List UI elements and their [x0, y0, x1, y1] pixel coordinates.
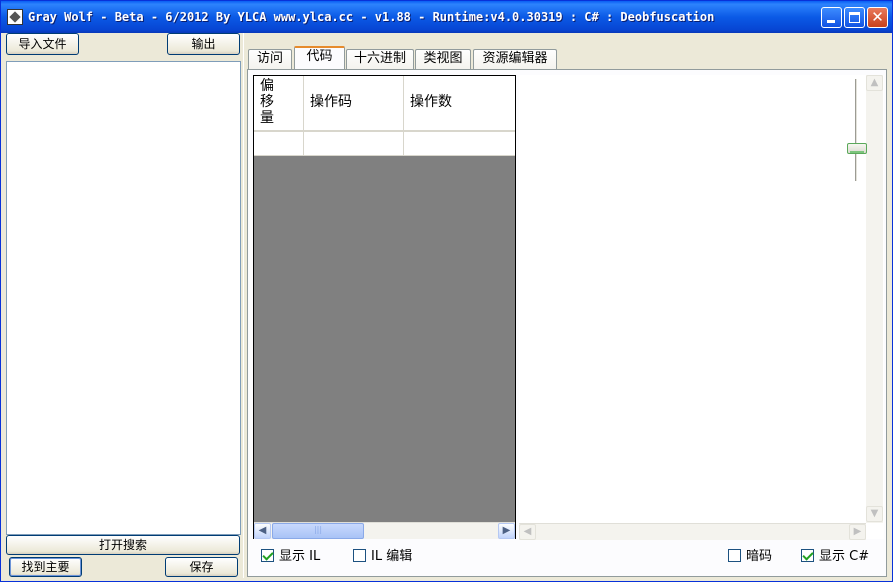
col-opcode-header[interactable]: 操作码 — [304, 76, 404, 130]
show-il-label: 显示 IL — [279, 549, 321, 564]
chevron-right-icon[interactable]: ▶ — [498, 523, 515, 539]
tab-access[interactable]: 访问 — [248, 49, 292, 69]
il-edit-checkbox[interactable]: IL 编辑 — [353, 549, 412, 565]
save-button[interactable]: 保存 — [165, 557, 238, 577]
show-csharp-checkbox[interactable]: 显示 C# — [801, 549, 869, 565]
trackbar-line — [855, 79, 858, 181]
chevron-left-icon[interactable]: ◀ — [254, 523, 271, 539]
show-il-box[interactable] — [261, 549, 274, 562]
il-grid-header: 偏 移 量 操作码 操作数 — [254, 76, 515, 132]
dark-code-label: 暗码 — [746, 549, 773, 564]
tab-class-view[interactable]: 类视图 — [415, 49, 471, 69]
cell-opcode[interactable] — [304, 132, 404, 156]
file-tree[interactable] — [6, 61, 241, 535]
scroll-thumb[interactable]: ||| — [272, 523, 364, 539]
close-icon: ✕ — [871, 8, 884, 26]
csharp-code-pane[interactable]: ◀ ▶ — [519, 75, 884, 540]
export-button[interactable]: 输出 — [167, 33, 240, 55]
il-edit-label: IL 编辑 — [371, 549, 413, 564]
app-window: Gray Wolf - Beta - 6/2012 By YLCA www.yl… — [0, 0, 893, 582]
il-edit-box[interactable] — [353, 549, 366, 562]
cell-operand[interactable] — [404, 132, 515, 156]
import-file-button[interactable]: 导入文件 — [6, 33, 79, 55]
title-bar[interactable]: Gray Wolf - Beta - 6/2012 By YLCA www.yl… — [1, 1, 892, 33]
dark-code-box[interactable] — [728, 549, 741, 562]
table-row[interactable] — [254, 132, 515, 156]
maximize-button[interactable] — [844, 7, 865, 28]
il-grid[interactable]: 偏 移 量 操作码 操作数 ◀ ||| ▶ — [253, 75, 516, 539]
csharp-horizontal-scrollbar[interactable]: ◀ ▶ — [519, 523, 866, 540]
chevron-right-icon[interactable]: ▶ — [849, 524, 866, 540]
find-main-button[interactable]: 找到主要 — [9, 557, 82, 577]
chevron-down-icon[interactable]: ▼ — [866, 506, 883, 522]
wolf-app-icon[interactable] — [7, 9, 23, 25]
open-search-button[interactable]: 打开搜索 — [6, 535, 240, 555]
chevron-up-icon[interactable]: ▲ — [866, 75, 883, 91]
col-operand-header[interactable]: 操作数 — [404, 76, 515, 130]
panel-splitter[interactable] — [243, 33, 246, 578]
close-button[interactable]: ✕ — [867, 7, 888, 28]
csharp-vertical-scrollbar[interactable]: ▲ ▼ — [866, 75, 883, 523]
cell-offset[interactable] — [254, 132, 304, 156]
minimize-button[interactable] — [821, 7, 842, 28]
tab-hex[interactable]: 十六进制 — [346, 49, 414, 69]
col-offset-header[interactable]: 偏 移 量 — [254, 76, 304, 130]
window-title: Gray Wolf - Beta - 6/2012 By YLCA www.yl… — [28, 10, 715, 24]
show-csharp-box[interactable] — [801, 549, 814, 562]
show-il-checkbox[interactable]: 显示 IL — [261, 549, 320, 565]
minimize-icon — [827, 20, 835, 23]
show-csharp-label: 显示 C# — [819, 549, 870, 564]
maximize-icon — [849, 12, 860, 23]
dark-code-checkbox[interactable]: 暗码 — [728, 549, 772, 565]
chevron-left-icon[interactable]: ◀ — [519, 524, 536, 540]
tab-code[interactable]: 代码 — [294, 46, 345, 69]
il-horizontal-scrollbar[interactable]: ◀ ||| ▶ — [254, 522, 515, 539]
trackbar-thumb[interactable] — [847, 143, 867, 154]
zoom-trackbar[interactable] — [847, 79, 867, 181]
tab-resource-editor[interactable]: 资源编辑器 — [473, 49, 557, 69]
